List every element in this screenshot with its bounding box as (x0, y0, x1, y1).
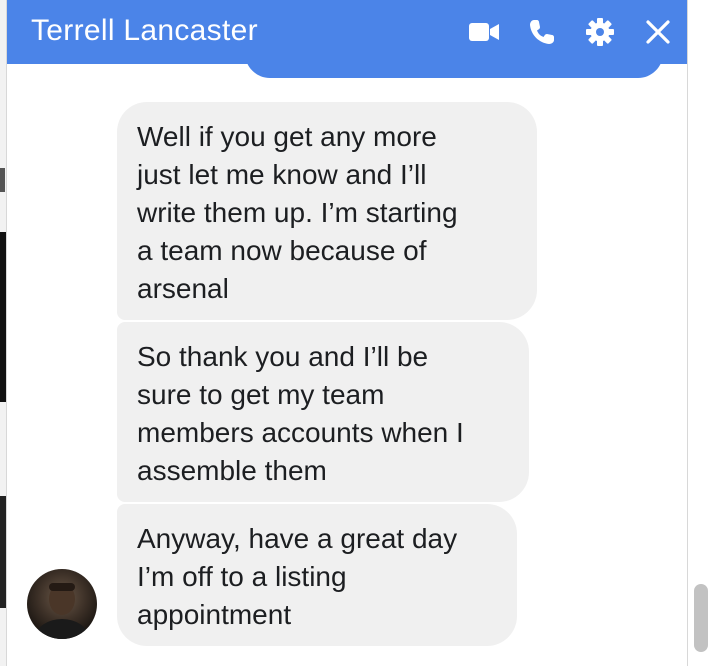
close-icon[interactable] (629, 10, 687, 54)
page: Terrell Lancaster Well if you get any mo… (0, 0, 720, 666)
video-call-icon[interactable] (455, 10, 513, 54)
phone-call-icon[interactable] (513, 10, 571, 54)
contact-avatar[interactable] (27, 569, 97, 639)
scrollbar-thumb[interactable] (694, 584, 708, 652)
background-fragment (0, 168, 5, 192)
chat-header[interactable]: Terrell Lancaster (7, 0, 687, 64)
settings-gear-icon[interactable] (571, 10, 629, 54)
received-message-bubble: Anyway, have a great day I’m off to a li… (117, 504, 517, 646)
header-actions (455, 10, 687, 54)
received-message-bubble: Well if you get any more just let me kno… (117, 102, 537, 320)
received-message-bubble: So thank you and I’ll be sure to get my … (117, 322, 529, 502)
chat-window: Terrell Lancaster Well if you get any mo… (6, 0, 688, 666)
scrollbar-track[interactable] (688, 64, 720, 666)
contact-name[interactable]: Terrell Lancaster (31, 14, 258, 48)
